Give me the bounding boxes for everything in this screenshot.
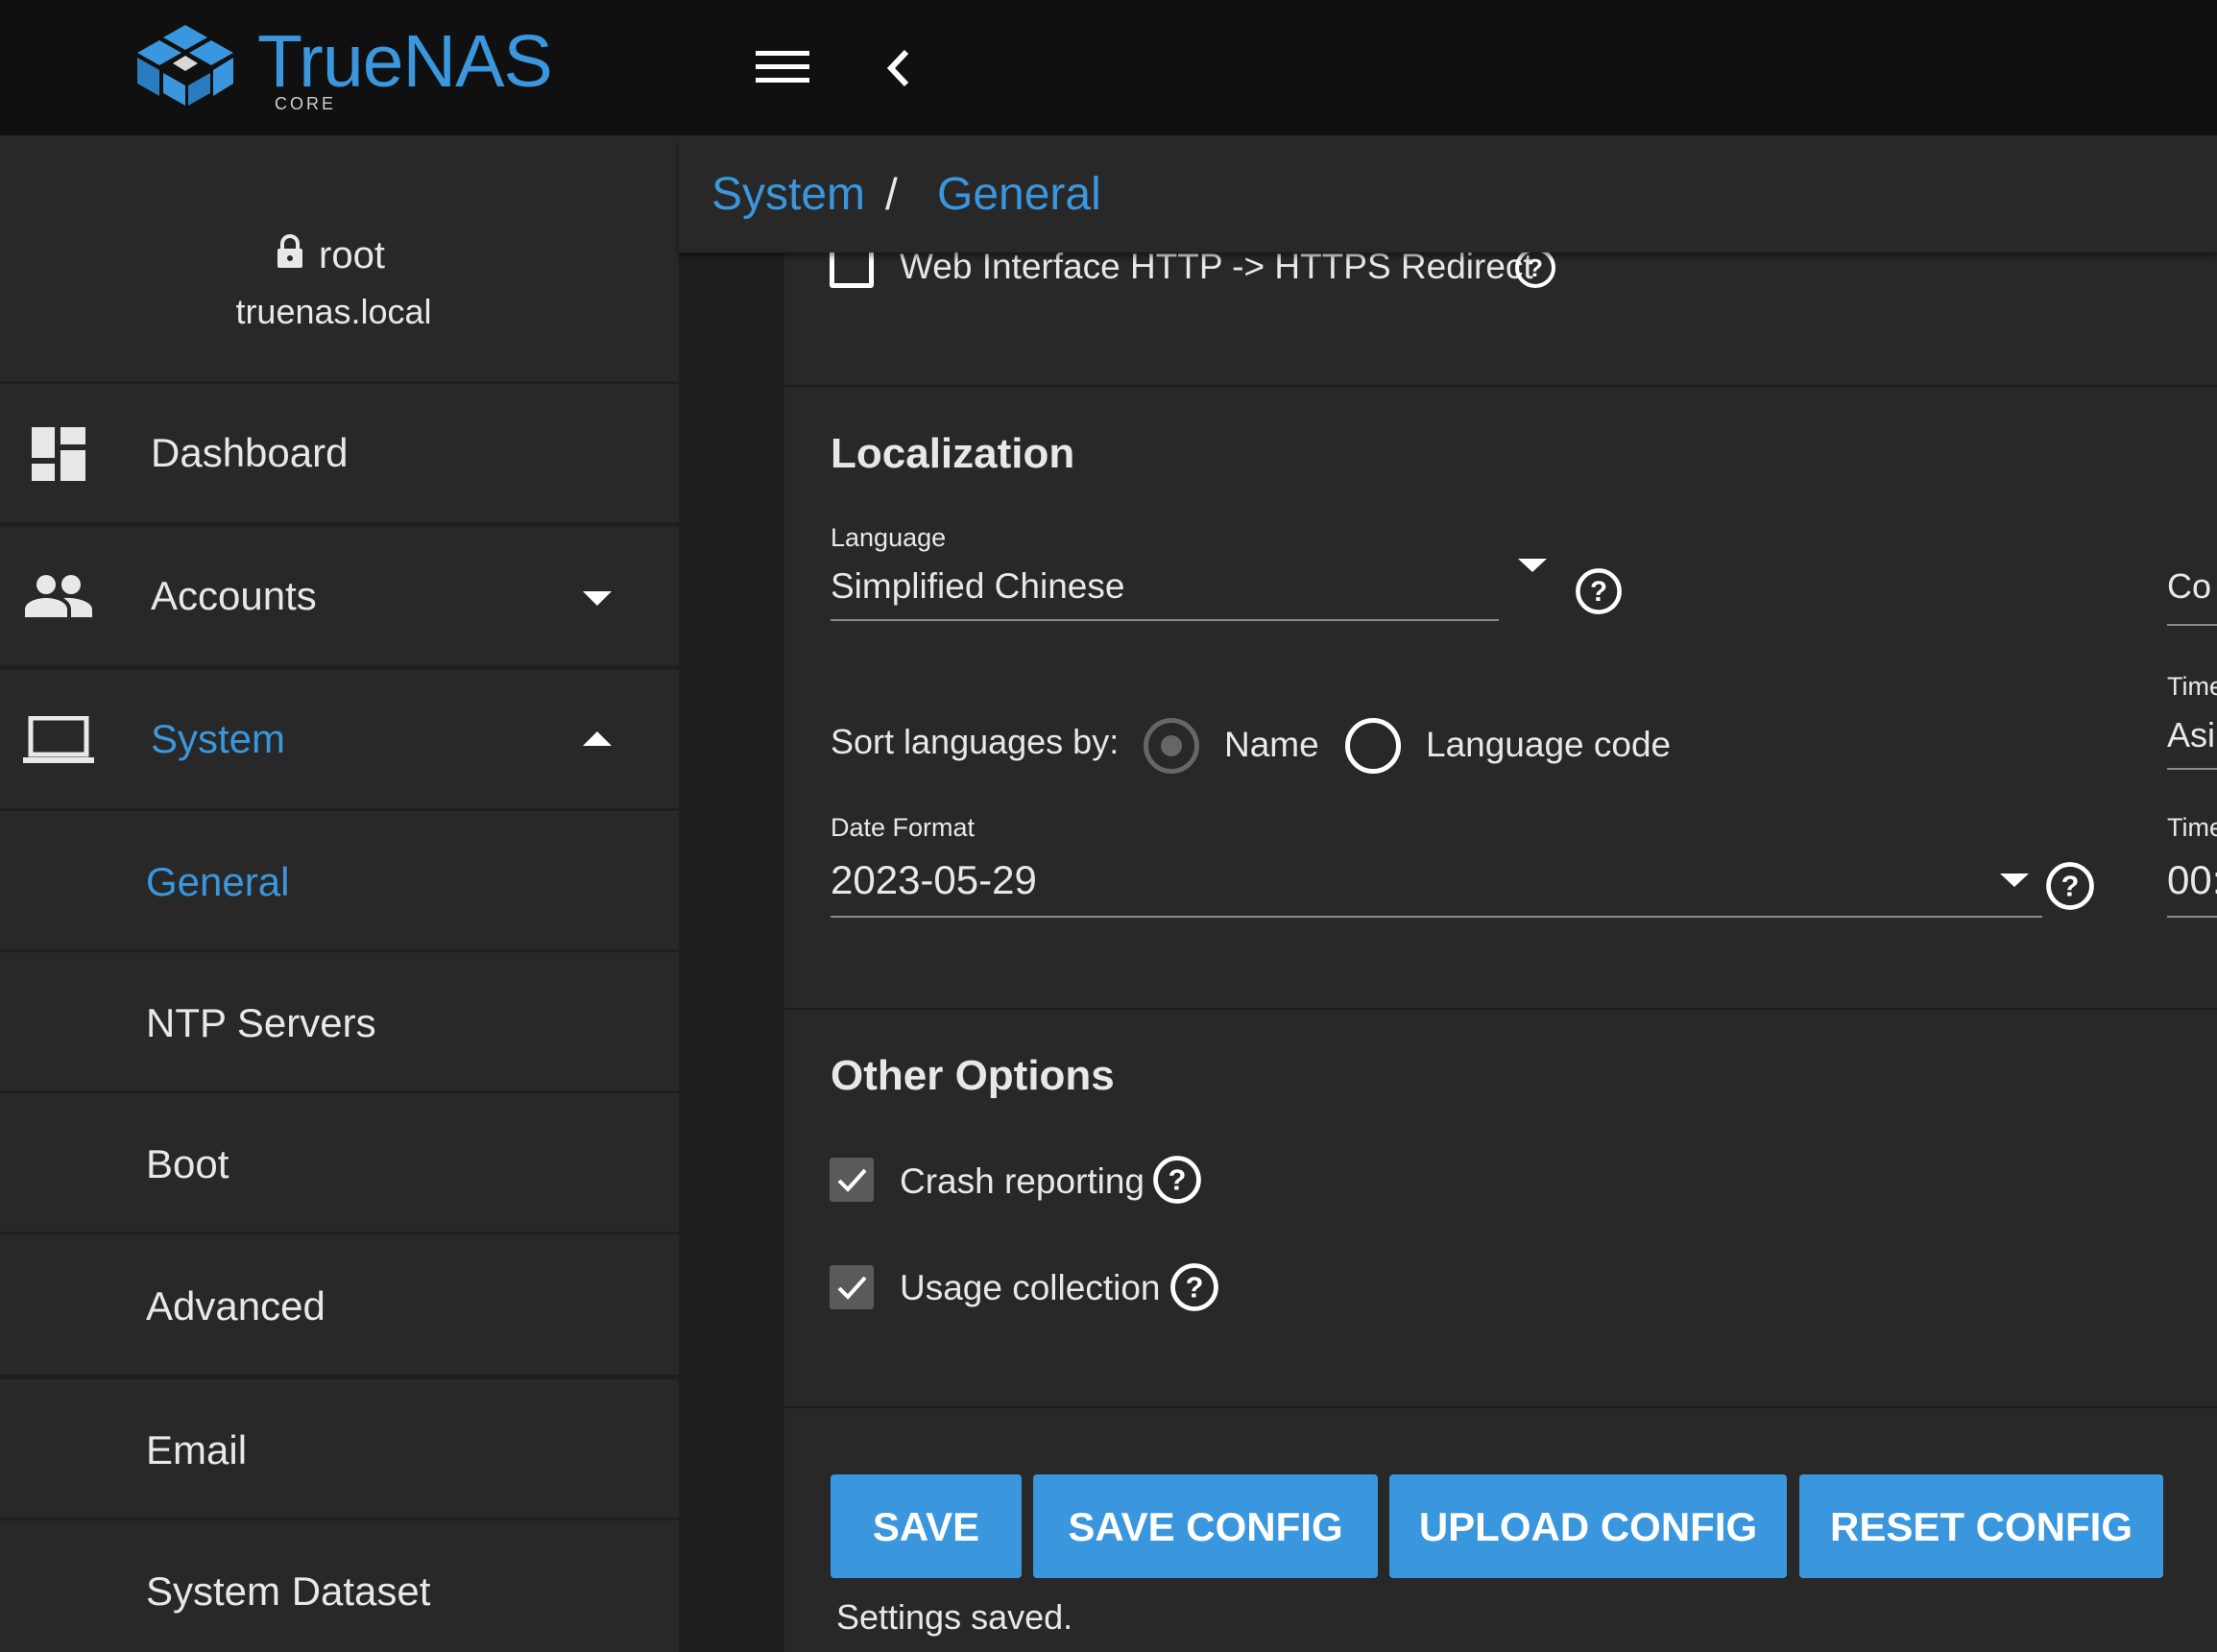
crash-reporting-checkbox[interactable] — [830, 1158, 874, 1202]
sidebar-subitem-ntp-servers[interactable]: NTP Servers — [0, 952, 679, 1093]
sort-by-code-radio[interactable] — [1345, 718, 1401, 774]
svg-text:?: ? — [1590, 576, 1607, 608]
sort-option-name: Name — [1224, 725, 1319, 764]
sidebar-subitem-label: NTP Servers — [146, 1000, 376, 1045]
help-icon[interactable]: ? — [1514, 247, 1556, 289]
check-icon — [837, 1276, 867, 1300]
reset-config-button[interactable]: RESET CONFIG — [1799, 1474, 2163, 1578]
svg-text:?: ? — [2061, 870, 2080, 903]
help-icon[interactable]: ? — [1575, 567, 1623, 615]
usage-collection-label: Usage collection — [900, 1268, 1161, 1307]
sidebar-item-label: Accounts — [151, 573, 317, 618]
breadcrumb-separator: / — [885, 169, 898, 219]
section-divider — [784, 1008, 2217, 1010]
timeformat-select-fragment[interactable]: 00: — [2167, 857, 2217, 903]
breadcrumb — [679, 135, 2217, 252]
language-select[interactable]: Simplified Chinese — [831, 566, 1124, 607]
sort-languages-label: Sort languages by: — [831, 722, 1120, 761]
sidebar-subitem-label: Boot — [146, 1141, 229, 1186]
section-divider — [784, 385, 2217, 387]
sidebar-subitem-boot[interactable]: Boot — [0, 1093, 679, 1234]
date-format-underline — [831, 916, 2042, 918]
timeformat-label-fragment: Time — [2167, 813, 2217, 842]
timezone-underline — [2167, 768, 2217, 770]
svg-text:?: ? — [1169, 1163, 1187, 1197]
timeformat-underline — [2167, 916, 2217, 918]
sidebar-subitem-label: General — [146, 859, 290, 904]
breadcrumb-general[interactable]: General — [937, 168, 1101, 221]
laptop-icon — [23, 716, 94, 763]
timezone-label-fragment: Time — [2167, 672, 2217, 701]
user-host: truenas.local — [235, 292, 432, 331]
usage-collection-checkbox[interactable] — [830, 1265, 874, 1309]
truenas-logo-icon — [137, 25, 233, 106]
svg-text:?: ? — [1528, 253, 1543, 282]
chevron-up-icon — [583, 731, 612, 746]
language-underline — [831, 619, 1499, 621]
console-select-fragment[interactable]: Co — [2167, 566, 2211, 607]
check-icon — [837, 1168, 867, 1192]
sidebar-item-accounts[interactable]: Accounts — [0, 527, 679, 670]
sidebar-subitem-email[interactable]: Email — [0, 1379, 679, 1520]
https-redirect-label: Web Interface HTTP -> HTTPS Redirect — [900, 247, 1533, 286]
sidebar-item-dashboard[interactable]: Dashboard — [0, 384, 679, 527]
sidebar-subitem-system-dataset[interactable]: System Dataset — [0, 1520, 679, 1652]
crash-reporting-label: Crash reporting — [900, 1161, 1145, 1201]
sidebar-subitem-general[interactable]: General — [0, 811, 679, 952]
timezone-select-fragment[interactable]: Asi — [2167, 715, 2215, 755]
localization-title: Localization — [831, 430, 1075, 477]
people-icon — [25, 575, 92, 617]
sort-by-name-radio[interactable] — [1144, 718, 1199, 774]
dashboard-icon — [32, 427, 85, 481]
chevron-down-icon — [583, 591, 612, 606]
sidebar-item-label: Dashboard — [151, 430, 349, 475]
help-icon[interactable]: ? — [2045, 861, 2095, 911]
user-name: root — [319, 234, 385, 276]
help-icon[interactable]: ? — [1152, 1155, 1202, 1205]
logo-text: TrueNAS — [257, 20, 553, 103]
status-message: Settings saved. — [836, 1597, 1073, 1637]
hamburger-menu-icon[interactable] — [756, 47, 811, 87]
upload-config-button[interactable]: UPLOAD CONFIG — [1389, 1474, 1787, 1578]
save-config-button[interactable]: SAVE CONFIG — [1033, 1474, 1378, 1578]
sidebar-subitem-label: System Dataset — [146, 1568, 431, 1614]
breadcrumb-system[interactable]: System — [711, 168, 865, 221]
save-button[interactable]: SAVE — [831, 1474, 1022, 1578]
date-format-select[interactable]: 2023-05-29 — [831, 857, 1037, 903]
language-label: Language — [831, 523, 947, 552]
svg-text:?: ? — [1186, 1271, 1204, 1305]
sort-option-code: Language code — [1426, 725, 1672, 764]
logo-subtitle: CORE — [275, 94, 337, 113]
sidebar-subitem-label: Email — [146, 1427, 248, 1472]
help-icon[interactable]: ? — [1169, 1262, 1219, 1312]
sidebar-subitem-label: Advanced — [146, 1283, 325, 1329]
date-format-label: Date Format — [831, 813, 976, 842]
sidebar-item-system[interactable]: System — [0, 670, 679, 811]
lock-icon — [277, 234, 302, 268]
console-underline — [2167, 624, 2217, 626]
chevron-down-icon[interactable] — [2000, 874, 2029, 887]
other-options-title: Other Options — [831, 1052, 1115, 1099]
chevron-left-icon[interactable] — [881, 46, 916, 90]
section-divider — [784, 1406, 2217, 1408]
sidebar-subitem-advanced[interactable]: Advanced — [0, 1234, 679, 1379]
sidebar-item-label: System — [151, 716, 286, 761]
chevron-down-icon[interactable] — [1518, 559, 1547, 572]
